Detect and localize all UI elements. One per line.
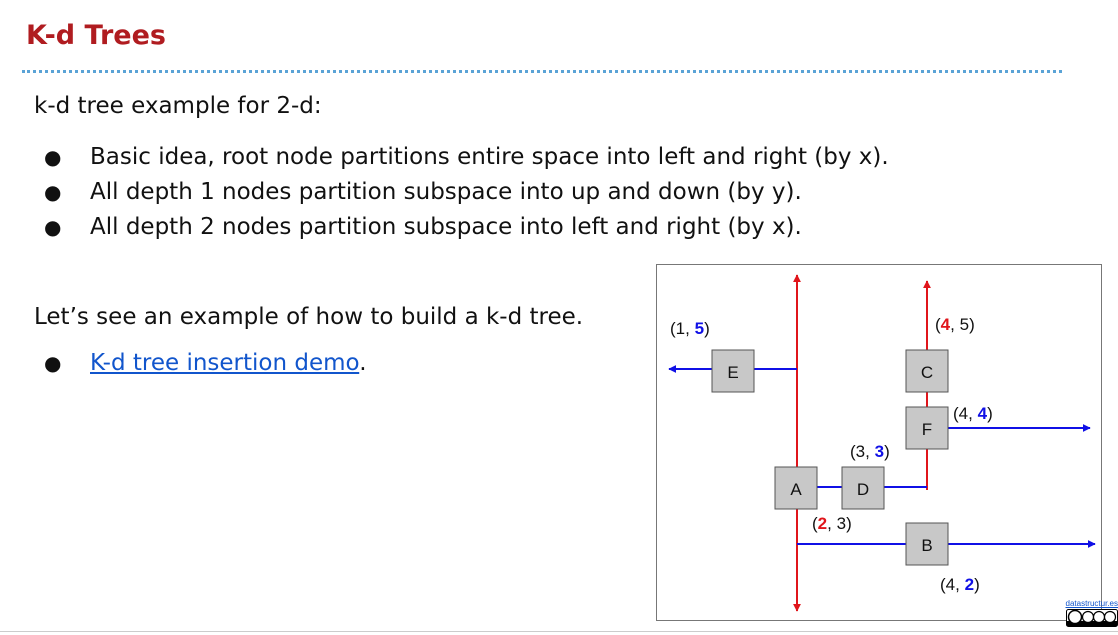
- coord-label-B: (4, 2): [940, 575, 980, 594]
- node-D: D: [841, 466, 885, 510]
- intro-text: k-d tree example for 2-d:: [34, 93, 322, 119]
- coord-label-D: (3, 3): [850, 442, 890, 461]
- node-C-label: C: [921, 363, 933, 382]
- demo-link[interactable]: K-d tree insertion demo: [90, 350, 359, 376]
- bullet-icon: ●: [44, 215, 62, 239]
- node-C: C: [905, 349, 949, 393]
- node-B-label: B: [921, 536, 932, 555]
- kd-tree-svg: E C F A D B (1, 5) (4, 5) (4, 4) (3, 3) …: [668, 274, 1096, 612]
- node-D-label: D: [857, 480, 869, 499]
- bullet-list: ● Basic idea, root node partitions entire…: [34, 140, 889, 245]
- node-E-label: E: [727, 363, 738, 382]
- bottom-divider: [0, 631, 1118, 632]
- node-E: E: [711, 349, 755, 393]
- bullet-text: Basic idea, root node partitions entire …: [90, 144, 889, 170]
- node-F-label: F: [922, 420, 932, 439]
- credit-link[interactable]: datastructur.es: [1060, 599, 1118, 608]
- bullet-icon: ●: [44, 145, 62, 169]
- build-example-text: Let’s see an example of how to build a k…: [34, 304, 584, 330]
- coord-label-A: (2, 3): [812, 514, 852, 533]
- credit-block: datastructur.es: [1060, 599, 1118, 627]
- node-F: F: [905, 406, 949, 450]
- cc-by-nc-sa-icon: [1066, 609, 1118, 627]
- node-A: A: [774, 466, 818, 510]
- bullet-item: ● All depth 2 nodes partition subspace in…: [34, 210, 889, 245]
- coord-label-C: (4, 5): [935, 315, 975, 334]
- coord-label-F: (4, 4): [953, 404, 993, 423]
- bullet-text: All depth 2 nodes partition subspace int…: [90, 214, 802, 240]
- title-divider: [22, 70, 1062, 73]
- coord-label-E: (1, 5): [670, 319, 710, 338]
- bullet-icon: ●: [44, 180, 62, 204]
- slide-title: K-d Trees: [26, 20, 166, 51]
- bullet-item: ● Basic idea, root node partitions entire…: [34, 140, 889, 175]
- node-B: B: [905, 522, 949, 566]
- bullet-item: ● All depth 1 nodes partition subspace in…: [34, 175, 889, 210]
- kd-tree-diagram: E C F A D B (1, 5) (4, 5) (4, 4) (3, 3) …: [656, 264, 1102, 621]
- node-A-label: A: [790, 480, 802, 499]
- demo-bullet-item: ● K-d tree insertion demo.: [34, 346, 367, 381]
- bullet-text: All depth 1 nodes partition subspace int…: [90, 179, 802, 205]
- bullet-icon: ●: [44, 351, 62, 375]
- demo-suffix: .: [359, 350, 367, 376]
